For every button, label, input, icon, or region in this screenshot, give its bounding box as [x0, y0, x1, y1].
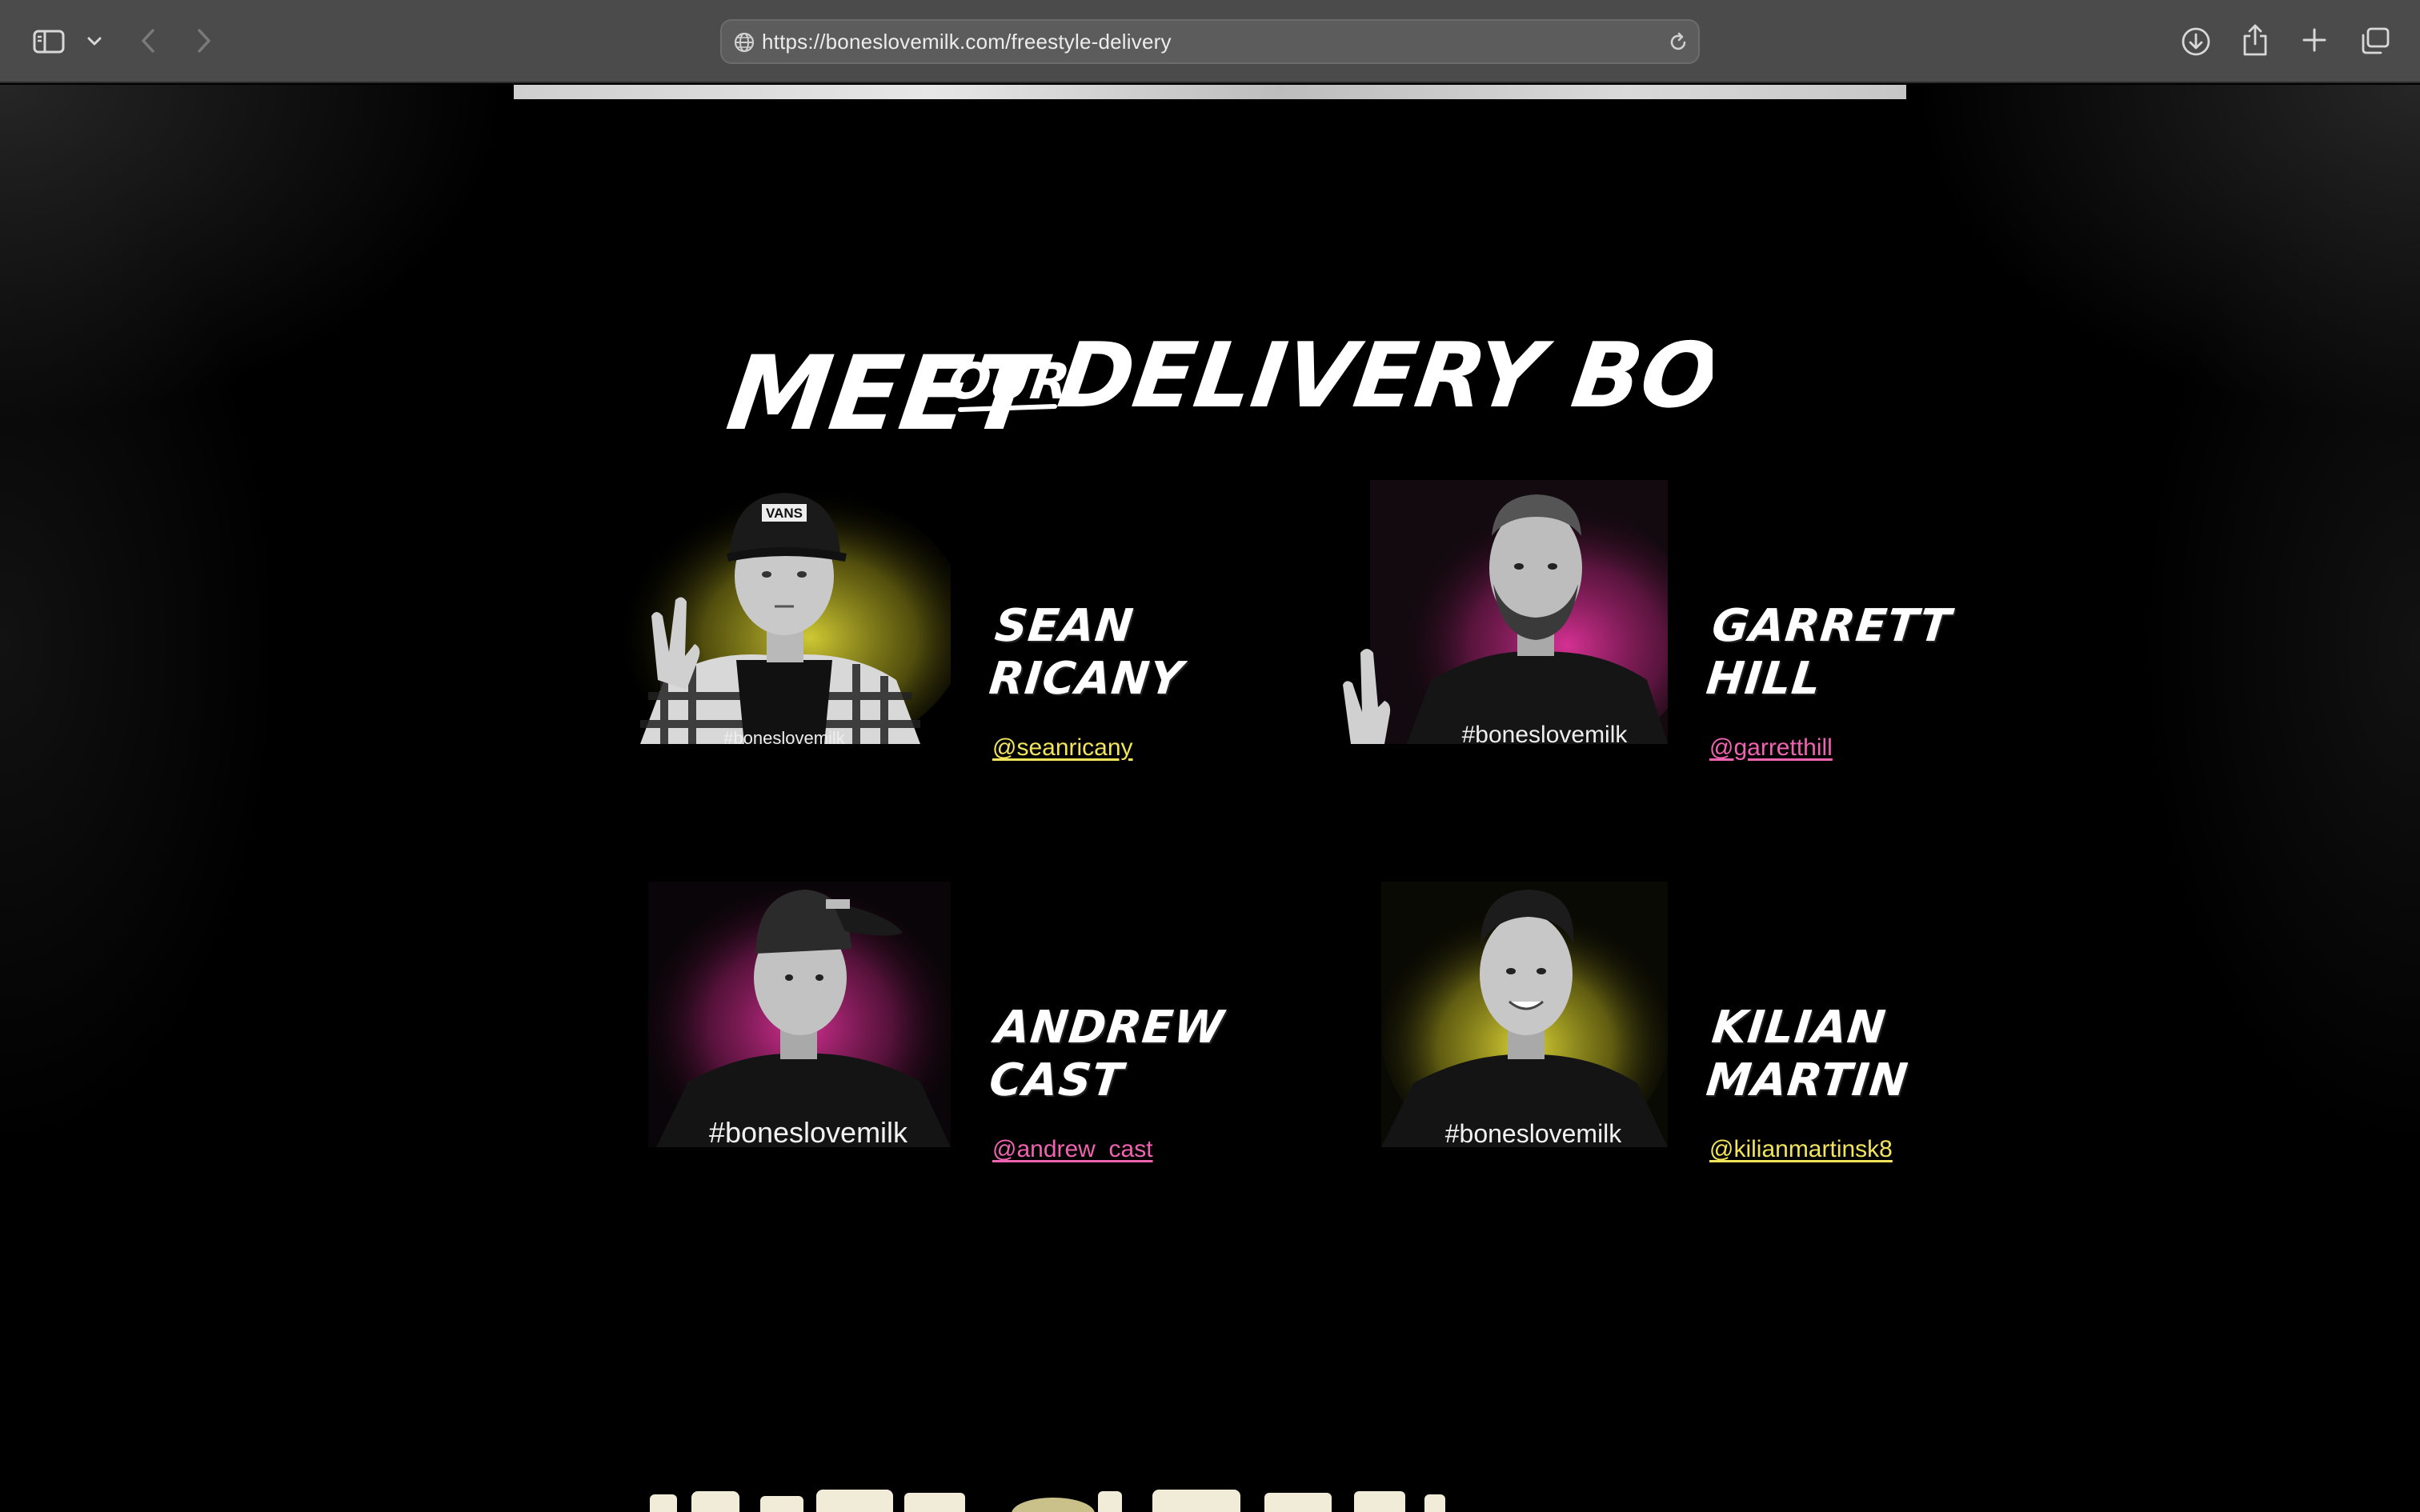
tab-overview-icon [2362, 27, 2390, 54]
sidebar-icon [33, 30, 65, 54]
back-button[interactable] [134, 24, 162, 58]
chevron-left-icon [142, 29, 154, 53]
shirt-print: #boneslovemilk [709, 1116, 908, 1147]
tab-overview-button[interactable] [2358, 24, 2393, 58]
new-tab-button[interactable] [2298, 24, 2330, 56]
page-content: MEET OUR DELIVERY BOYS #boneslovemilk VA… [0, 85, 2420, 1512]
tab-group-dropdown-button[interactable] [83, 30, 106, 53]
heading-word-our: OUR [944, 352, 1073, 410]
rider-card-kilian-martin: #boneslovemilk KILIAN MARTIN @kilianmart… [1381, 882, 1941, 1162]
rider-portrait: #boneslovemilk [648, 882, 951, 1147]
rider-first-name: ANDREW [992, 1002, 1227, 1054]
rider-instagram-link[interactable]: @seanricany [992, 734, 1133, 762]
rider-last-name: HILL [1704, 653, 1825, 705]
next-section-heading-cutoff [640, 1483, 1793, 1512]
heading-words-delivery-boys: DELIVERY BOYS [1052, 324, 1713, 428]
page-heading: MEET OUR DELIVERY BOYS [720, 229, 1713, 453]
browser-toolbar: https://boneslovemilk.com/freestyle-deli… [0, 0, 2420, 83]
rider-card-sean-ricany: #boneslovemilk VANS SEAN RICANY @seanric… [592, 480, 1216, 761]
shirt-print: #boneslovemilk [1445, 1119, 1623, 1147]
forward-button[interactable] [190, 24, 218, 58]
rider-card-andrew-cast: #boneslovemilk ANDREW CAST @andrew_cast [648, 882, 1227, 1162]
rider-name: KILIAN MARTIN [1704, 1002, 1947, 1107]
shirt-print: #boneslovemilk [723, 728, 846, 744]
cap-logo: VANS [766, 506, 803, 521]
rider-instagram-link[interactable]: @kilianmartinsk8 [1709, 1136, 1893, 1163]
hero-image-bottom-edge [514, 85, 1906, 99]
address-bar[interactable]: https://boneslovemilk.com/freestyle-deli… [720, 19, 1700, 64]
downloads-button[interactable] [2178, 24, 2214, 59]
rider-instagram-link[interactable]: @garretthill [1709, 734, 1833, 762]
rider-first-name: SEAN [992, 600, 1136, 652]
globe-icon [734, 32, 755, 53]
rider-last-name: RICANY [987, 653, 1186, 705]
share-button[interactable] [2238, 21, 2273, 59]
rider-name: SEAN RICANY [987, 600, 1222, 706]
chevron-right-icon [198, 29, 210, 53]
chevron-down-icon [87, 37, 102, 46]
heading-our-underline [958, 404, 1057, 412]
sidebar-toggle-button[interactable] [30, 26, 67, 58]
download-icon [2182, 27, 2210, 56]
rider-portrait: #boneslovemilk VANS [592, 480, 951, 744]
rider-portrait: #boneslovemilk [1381, 882, 1668, 1147]
reload-icon[interactable] [1666, 30, 1690, 54]
plus-icon [2302, 28, 2326, 52]
rider-portrait: #boneslovemilk [1335, 480, 1668, 744]
rider-first-name: GARRETT [1709, 600, 1954, 652]
rider-card-garrett-hill: #boneslovemilk GARRETT HILL @garretthill [1335, 480, 1953, 761]
rider-name: ANDREW CAST [987, 1002, 1230, 1107]
rider-instagram-link[interactable]: @andrew_cast [992, 1136, 1153, 1163]
rider-first-name: KILIAN [1709, 1002, 1889, 1054]
rider-last-name: MARTIN [1704, 1054, 1911, 1106]
share-icon [2243, 24, 2267, 56]
url-text[interactable]: https://boneslovemilk.com/freestyle-deli… [762, 21, 1172, 62]
shirt-print: #boneslovemilk [1462, 722, 1629, 744]
rider-last-name: CAST [987, 1054, 1126, 1106]
rider-name: GARRETT HILL [1704, 600, 1954, 706]
